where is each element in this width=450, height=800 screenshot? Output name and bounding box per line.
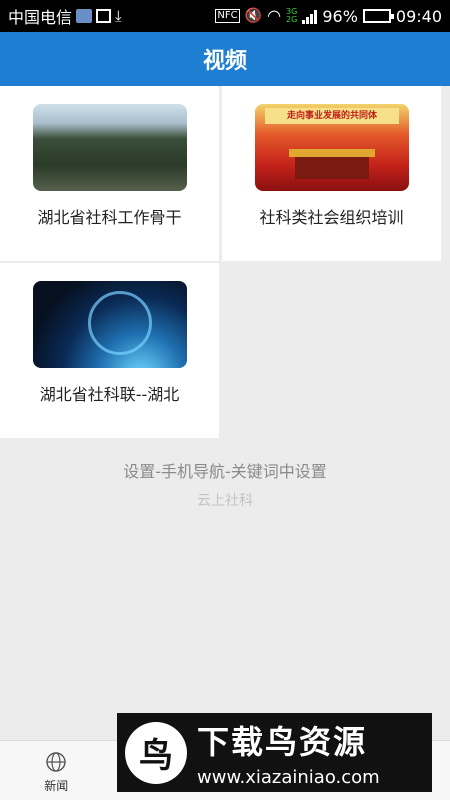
tab-news[interactable]: 新闻 (0, 741, 113, 800)
brand-label: 云上社科 (197, 493, 253, 509)
battery-icon (362, 9, 394, 23)
video-thumbnail-blue-globe[interactable] (33, 281, 187, 368)
video-card[interactable]: 湖北省社科联--湖北 (0, 263, 219, 438)
watermark-title: 下载鸟资源 (197, 723, 368, 761)
video-card[interactable]: 走向事业发展的共同体 社科类社会组织培训 (222, 86, 441, 261)
video-title[interactable]: 社科类社会组织培训 (222, 204, 441, 228)
mute-icon: 🔇 (244, 8, 263, 24)
video-card[interactable]: 湖北省社科工作骨干 (0, 86, 219, 261)
nfc-icon: NFC (215, 9, 240, 23)
wifi-icon: ◠ (267, 6, 282, 25)
watermark-url: www.xiazainiao.com (197, 767, 380, 788)
signal-icon (302, 9, 318, 24)
status-bar: 中国电信 ⤓ NFC 🔇 ◠ 3G 2G 96% 09:40 (0, 0, 450, 32)
battery-percent: 96% (322, 6, 358, 26)
globe-icon (46, 752, 66, 772)
bird-logo-icon: 鸟 (125, 721, 187, 784)
video-thumbnail-aerial-city[interactable] (33, 104, 187, 191)
download-icon: ⤓ (115, 7, 122, 25)
image-icon (96, 9, 112, 23)
network-type-icon: 3G 2G (286, 7, 298, 24)
carrier-label: 中国电信 (8, 8, 73, 27)
building-gate-shape (295, 157, 369, 179)
clock: 09:40 (395, 6, 442, 26)
sim-icon (76, 9, 93, 23)
app-header: 视频 (0, 32, 450, 86)
settings-hint: 设置-手机导航-关键词中设置 (123, 462, 327, 481)
thumbnail-banner-text: 走向事业发展的共同体 (265, 108, 399, 124)
tab-label: 新闻 (44, 779, 69, 793)
video-thumbnail-red-banner[interactable]: 走向事业发展的共同体 (255, 104, 409, 191)
watermark-overlay: 鸟 下载鸟资源 www.xiazainiao.com (117, 713, 432, 792)
video-title[interactable]: 湖北省社科工作骨干 (0, 204, 219, 228)
page-title: 视频 (202, 49, 247, 74)
video-title[interactable]: 湖北省社科联--湖北 (0, 381, 219, 405)
building-roof-shape (289, 149, 375, 157)
globe-ring-shape (88, 291, 152, 355)
